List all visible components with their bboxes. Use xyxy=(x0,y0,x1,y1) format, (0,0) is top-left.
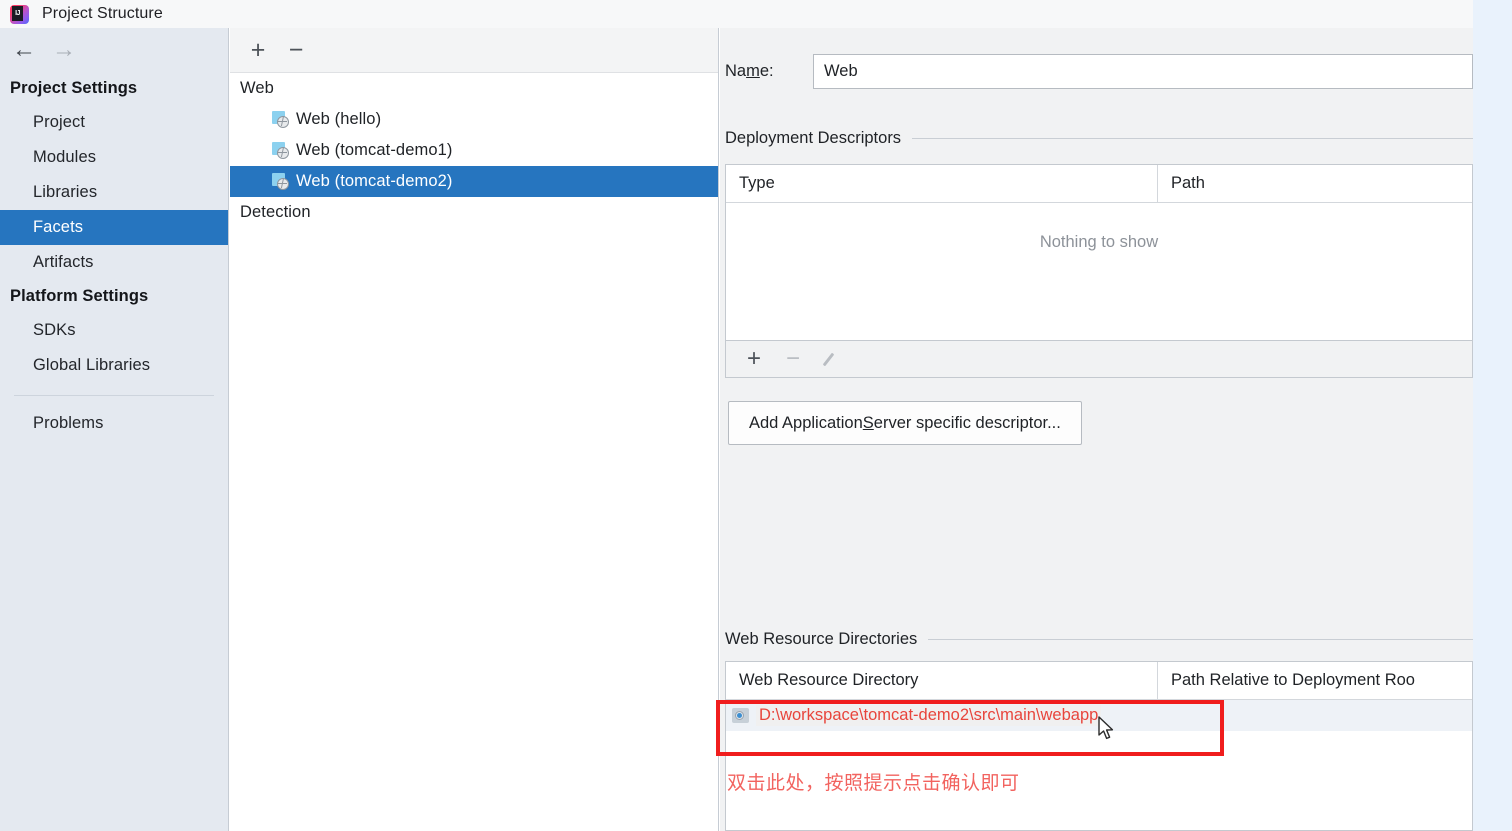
deployment-descriptors-table: Type Path Nothing to show xyxy=(725,164,1473,341)
annotation-note-text: 双击此处，按照提示点击确认即可 xyxy=(727,773,1020,794)
facets-tree-panel: + − Web Web (hello) Web (tomcat-demo1) W… xyxy=(230,28,719,831)
tree-row-label: Web xyxy=(240,79,274,97)
web-facet-icon xyxy=(272,173,289,190)
intellij-idea-icon xyxy=(10,4,29,24)
web-resource-directory-cell[interactable]: D:\workspace\tomcat-demo2\src\main\webap… xyxy=(726,700,1158,731)
page-gutter xyxy=(1473,0,1512,831)
project-structure-dialog: Project Structure ← → Project Settings P… xyxy=(0,0,1512,831)
tree-row-web-tomcat-demo2[interactable]: Web (tomcat-demo2) xyxy=(230,166,718,197)
facets-tree-toolbar: + − xyxy=(230,28,718,73)
sidebar-item-modules[interactable]: Modules xyxy=(0,140,228,175)
deployment-descriptors-toolbar: + − xyxy=(725,341,1473,378)
button-label-mnemonic: S xyxy=(862,413,874,432)
tree-row-label: Web (hello) xyxy=(296,110,382,128)
sidebar-divider xyxy=(14,395,214,396)
sidebar-item-sdks[interactable]: SDKs xyxy=(0,313,228,348)
empty-state-message: Nothing to show xyxy=(1039,233,1159,251)
tree-row-web-hello[interactable]: Web (hello) xyxy=(230,104,718,135)
navigation-arrows: ← → xyxy=(0,28,228,72)
section-title: Deployment Descriptors xyxy=(725,129,902,147)
pencil-icon[interactable] xyxy=(816,344,848,374)
web-resource-directories-table: Web Resource Directory Path Relative to … xyxy=(725,661,1473,831)
column-header-path-relative[interactable]: Path Relative to Deployment Roo xyxy=(1158,662,1472,699)
name-label: Name: xyxy=(725,62,774,80)
web-facet-icon xyxy=(272,111,289,128)
tree-row-web-group[interactable]: Web xyxy=(230,73,718,104)
column-header-web-resource-directory[interactable]: Web Resource Directory xyxy=(726,662,1158,699)
nav-group-platform-settings: Platform Settings xyxy=(10,287,149,305)
title-bar: Project Structure xyxy=(0,0,1473,28)
button-label-part-1: Add Application xyxy=(749,413,863,432)
mouse-pointer-icon xyxy=(1098,716,1114,740)
tree-row-web-tomcat-demo1[interactable]: Web (tomcat-demo1) xyxy=(230,135,718,166)
relative-path-cell[interactable] xyxy=(1158,700,1472,731)
sidebar-item-facets[interactable]: Facets xyxy=(0,210,228,245)
deployment-descriptors-section-header: Deployment Descriptors xyxy=(725,129,1473,148)
minus-icon[interactable]: − xyxy=(777,344,809,374)
facets-tree-body: Web Web (hello) Web (tomcat-demo1) Web (… xyxy=(230,73,718,228)
plus-icon[interactable]: + xyxy=(738,344,770,374)
facet-detail-panel: Name: Deployment Descriptors Type Path N… xyxy=(720,28,1473,831)
plus-icon[interactable]: + xyxy=(242,34,274,66)
table-header-row: Type Path xyxy=(726,165,1472,203)
web-resource-directory-path: D:\workspace\tomcat-demo2\src\main\webap… xyxy=(756,705,1102,726)
section-title: Web Resource Directories xyxy=(725,630,918,648)
tree-row-label: Web (tomcat-demo2) xyxy=(296,172,453,190)
web-facet-icon xyxy=(272,142,289,159)
column-header-path[interactable]: Path xyxy=(1158,165,1472,202)
settings-sidebar: ← → Project Settings Project Modules Lib… xyxy=(0,28,229,831)
web-resource-directories-section-header: Web Resource Directories xyxy=(725,630,1473,649)
name-input[interactable] xyxy=(813,54,1473,89)
sidebar-item-libraries[interactable]: Libraries xyxy=(0,175,228,210)
arrow-right-icon[interactable]: → xyxy=(44,33,84,67)
minus-icon[interactable]: − xyxy=(280,34,312,66)
sidebar-item-global-libraries[interactable]: Global Libraries xyxy=(0,348,228,383)
sidebar-item-project[interactable]: Project xyxy=(0,105,228,140)
add-application-server-descriptor-button[interactable]: Add Application Server specific descript… xyxy=(728,401,1082,445)
column-header-type[interactable]: Type xyxy=(726,165,1158,202)
tree-row-label: Web (tomcat-demo1) xyxy=(296,141,453,159)
tree-row-detection-group[interactable]: Detection xyxy=(230,197,718,228)
name-row: Name: xyxy=(725,54,1473,89)
tree-row-label: Detection xyxy=(240,203,311,221)
button-label-part-2: erver specific descriptor... xyxy=(873,413,1061,432)
web-directory-icon xyxy=(732,708,749,723)
arrow-left-icon[interactable]: ← xyxy=(4,33,44,67)
sidebar-item-artifacts[interactable]: Artifacts xyxy=(0,245,228,280)
nav-group-project-settings: Project Settings xyxy=(10,79,138,97)
section-divider xyxy=(912,138,1473,139)
window-title: Project Structure xyxy=(42,5,163,22)
section-divider xyxy=(928,639,1473,640)
sidebar-item-problems[interactable]: Problems xyxy=(0,406,228,441)
table-header-row: Web Resource Directory Path Relative to … xyxy=(726,662,1472,700)
settings-nav-list: Project Settings Project Modules Librari… xyxy=(0,72,228,441)
